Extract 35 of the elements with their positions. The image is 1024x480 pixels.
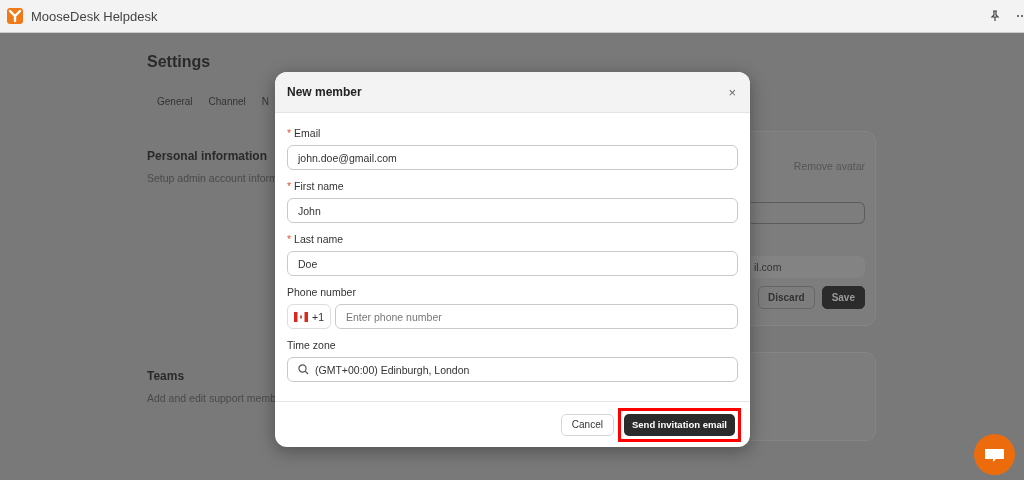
app-logo-icon: [7, 8, 23, 24]
required-mark: *: [287, 180, 292, 193]
field-label: Phone number: [287, 286, 356, 299]
required-mark: *: [287, 233, 292, 246]
flag-icon: [294, 311, 308, 322]
phone-field[interactable]: Enter phone number: [335, 304, 738, 329]
field-label: Email: [294, 127, 321, 140]
text-field[interactable]: john.doe@gmail.com: [287, 145, 738, 170]
settings-tab[interactable]: N: [261, 96, 270, 110]
field-label: First name: [294, 180, 344, 193]
text-field[interactable]: John: [287, 198, 738, 223]
save-button[interactable]: Save: [821, 286, 865, 309]
time-zone-field[interactable]: (GMT+00:00) Edinburgh, London: [287, 357, 738, 382]
send-invitation-button[interactable]: Send invitation email: [623, 413, 735, 436]
field-label: Time zone: [287, 339, 336, 352]
pin-icon[interactable]: [990, 10, 1000, 22]
settings-tab[interactable]: General: [157, 96, 193, 110]
required-mark: *: [287, 127, 292, 140]
section-title: Personal information: [147, 149, 268, 163]
text-field[interactable]: Doe: [287, 251, 738, 276]
chat-button[interactable]: [974, 434, 1015, 475]
email-field[interactable]: il.com: [751, 256, 865, 278]
cancel-button[interactable]: Cancel: [560, 413, 614, 436]
section-title: Teams: [147, 369, 185, 383]
discard-button[interactable]: Discard: [757, 286, 815, 309]
dialog-title: New member: [287, 85, 362, 99]
settings-tab[interactable]: Channel: [208, 96, 246, 110]
name-field[interactable]: [751, 202, 865, 224]
field-label: Last name: [294, 233, 344, 246]
close-icon[interactable]: ×: [728, 84, 736, 100]
search-icon: [298, 364, 309, 375]
more-icon[interactable]: [1016, 14, 1024, 18]
page-title: Settings: [147, 53, 211, 71]
app-title: MooseDesk Helpdesk: [31, 8, 158, 24]
country-code-select[interactable]: +1: [287, 304, 331, 329]
